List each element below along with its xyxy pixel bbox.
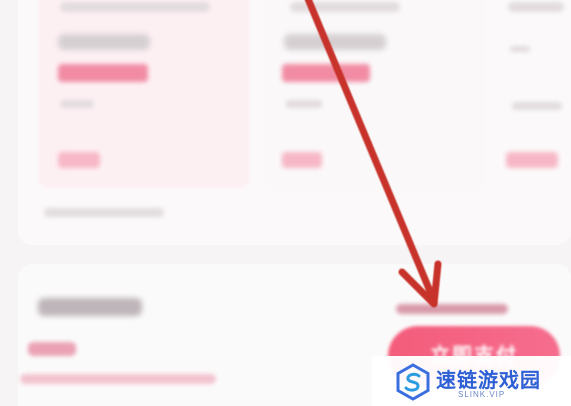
blurred-subtext	[20, 374, 216, 384]
blurred-rule-link[interactable]	[396, 304, 508, 314]
watermark-domain: SLINK.VIP	[458, 390, 506, 399]
blurred-price	[284, 34, 386, 50]
watermark-name: 速链游戏园	[436, 368, 541, 392]
blurred-text	[510, 46, 530, 52]
blurred-text	[60, 2, 210, 12]
blurred-price	[58, 34, 150, 50]
blurred-note	[44, 208, 164, 217]
discount-badge	[58, 64, 148, 82]
discount-badge	[282, 64, 370, 82]
tag-badge	[282, 152, 322, 168]
tag-badge	[58, 152, 100, 168]
blurred-text	[60, 100, 94, 108]
blurred-text	[512, 102, 562, 110]
hexagon-s-logo-icon	[396, 363, 430, 401]
blurred-text	[286, 100, 322, 108]
blurred-text	[290, 2, 400, 12]
tag-badge	[506, 152, 558, 168]
blurred-subtext	[28, 342, 76, 356]
blurred-text	[508, 2, 564, 12]
screen: 立即支付 速链游戏园 SLINK.VIP	[0, 0, 571, 406]
watermark: 速链游戏园 SLINK.VIP	[372, 356, 571, 406]
blurred-section-title	[38, 298, 142, 316]
